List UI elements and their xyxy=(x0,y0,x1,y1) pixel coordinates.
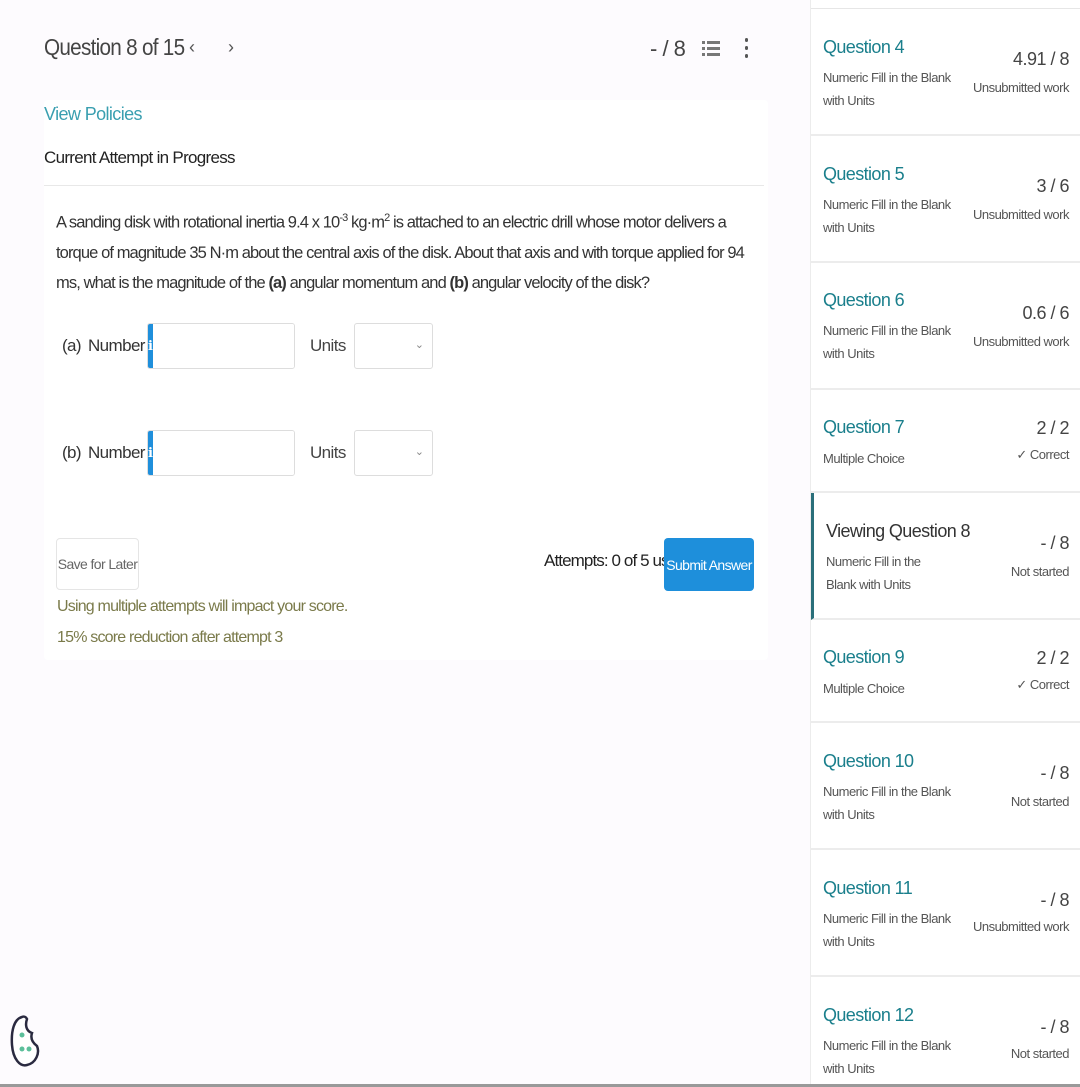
sidebar-item-status: Unsubmitted work xyxy=(972,919,1070,934)
sidebar-item-score: 0.6 / 6 xyxy=(1022,303,1069,323)
divider xyxy=(44,185,764,186)
number-field-b: i xyxy=(147,430,295,476)
number-field-a: i xyxy=(147,323,295,369)
sidebar-item-question-7[interactable]: Question 7 Multiple Choice 2 / 2 ✓ Corre… xyxy=(811,390,1080,493)
sidebar-item-status: Unsubmitted work xyxy=(972,334,1070,349)
sidebar-item-type: Numeric Fill in the Blank with Units xyxy=(823,70,951,108)
question-score: - / 8 xyxy=(650,36,686,61)
part-label: (b) xyxy=(62,443,82,462)
sidebar-item-question-5[interactable]: Question 5 Numeric Fill in the Blank wit… xyxy=(811,136,1080,263)
units-select-a[interactable]: ⌄ xyxy=(354,323,433,369)
units-select-b[interactable]: ⌄ xyxy=(354,430,433,476)
sidebar-item-question-11[interactable]: Question 11 Numeric Fill in the Blank wi… xyxy=(811,850,1080,977)
answer-row-a: (a) Number i Units ⌄ xyxy=(62,323,433,369)
sidebar-item-score: - / 8 xyxy=(1040,763,1069,783)
view-policies-link[interactable]: View Policies xyxy=(44,104,143,125)
part-label: (a) xyxy=(62,336,82,355)
sidebar-item-title: Question 4 xyxy=(823,37,905,57)
kebab-menu-icon[interactable] xyxy=(745,38,749,62)
sidebar-item-type: Numeric Fill in the Blank with Units xyxy=(823,1038,951,1076)
question-panel: Question 8 of 15 ‹ › - / 8 View Policies… xyxy=(0,0,810,1087)
sidebar-item-status: ✓ Correct xyxy=(1016,677,1069,692)
units-label: Units xyxy=(310,443,346,462)
sidebar-item-type: Multiple Choice xyxy=(823,681,905,696)
cookie-settings-icon[interactable] xyxy=(10,1013,40,1069)
chevron-left-icon[interactable]: ‹ xyxy=(189,37,195,58)
sidebar-item-score: - / 8 xyxy=(1040,533,1069,553)
sidebar-item-type: Multiple Choice xyxy=(823,451,905,466)
question-header: Question 8 of 15 xyxy=(44,34,200,61)
attempts-warning: Using multiple attempts will impact your… xyxy=(57,598,348,615)
sidebar-item-type: Numeric Fill in the Blank with Units xyxy=(823,784,951,822)
sidebar-item-type: Numeric Fill in the Blank with Units xyxy=(823,911,951,949)
sidebar-item-type: Numeric Fill in the Blank with Units xyxy=(823,323,951,361)
sidebar-item-title: Question 9 xyxy=(823,647,905,667)
answer-row-b: (b) Number i Units ⌄ xyxy=(62,430,433,476)
sidebar-item-question-8[interactable]: Viewing Question 8 Numeric Fill in the B… xyxy=(811,493,1080,620)
sidebar-item-status: Not started xyxy=(1010,794,1070,809)
chevron-down-icon: ⌄ xyxy=(414,446,424,458)
sidebar-item-score: 3 / 6 xyxy=(1036,176,1069,196)
score-reduction-note: 15% score reduction after attempt 3 xyxy=(57,629,283,646)
numbered-list-icon[interactable] xyxy=(702,38,720,58)
sidebar-item-score: - / 8 xyxy=(1040,890,1069,910)
sidebar-item-score: 4.91 / 8 xyxy=(1012,49,1070,69)
sidebar-item-title: Question 11 xyxy=(823,878,913,898)
sidebar-item-score: 2 / 2 xyxy=(1036,418,1069,438)
sidebar-item-status: ✓ Correct xyxy=(1016,447,1069,462)
sidebar-item-status: Unsubmitted work xyxy=(972,80,1070,95)
save-for-later-button[interactable]: Save for Later xyxy=(56,538,139,590)
submit-answer-button[interactable]: Submit Answer xyxy=(664,538,754,591)
sidebar-item-score: 2 / 2 xyxy=(1036,648,1069,668)
sidebar-item-question-12[interactable]: Question 12 Numeric Fill in the Blank wi… xyxy=(811,977,1080,1087)
sidebar-item-status: Not started xyxy=(1010,564,1070,579)
sidebar-item-question-10[interactable]: Question 10 Numeric Fill in the Blank wi… xyxy=(811,723,1080,850)
sidebar-item-question-9[interactable]: Question 9 Multiple Choice 2 / 2 ✓ Corre… xyxy=(811,620,1080,723)
sidebar-item-title: Question 12 xyxy=(823,1005,914,1025)
chevron-right-icon[interactable]: › xyxy=(228,37,234,58)
sidebar-item-title: Question 6 xyxy=(823,290,905,310)
number-input-b[interactable] xyxy=(152,431,294,475)
sidebar-item-type: Numeric Fill in the Blank with Units xyxy=(826,554,921,592)
units-label: Units xyxy=(310,336,346,355)
number-label: Number xyxy=(88,443,145,462)
sidebar-item-type: Numeric Fill in the Blank with Units xyxy=(823,197,951,235)
chevron-down-icon: ⌄ xyxy=(414,339,424,351)
sidebar-item-status: Unsubmitted work xyxy=(972,207,1070,222)
sidebar-item-title: Question 5 xyxy=(823,164,905,184)
sidebar-item-title: Viewing Question 8 xyxy=(826,521,971,541)
sidebar-item-title: Question 7 xyxy=(823,417,905,437)
sidebar-item-status: Not started xyxy=(1010,1046,1070,1061)
sidebar-item-title: Question 10 xyxy=(823,751,914,771)
sidebar-item-question-6[interactable]: Question 6 Numeric Fill in the Blank wit… xyxy=(811,263,1080,390)
question-title: Question 8 of 15 xyxy=(44,34,185,60)
attempt-heading: Current Attempt in Progress xyxy=(44,148,236,167)
sidebar-item-score: - / 8 xyxy=(1040,1017,1069,1037)
number-label: Number xyxy=(88,336,145,355)
question-text: A sanding disk with rotational inertia 9… xyxy=(56,212,745,292)
sidebar-item-question-4[interactable]: Question 4 Numeric Fill in the Blank wit… xyxy=(811,9,1080,136)
question-list-sidebar: Question 4 Numeric Fill in the Blank wit… xyxy=(810,0,1080,1087)
question-card xyxy=(44,100,768,660)
number-input-a[interactable] xyxy=(152,324,294,368)
